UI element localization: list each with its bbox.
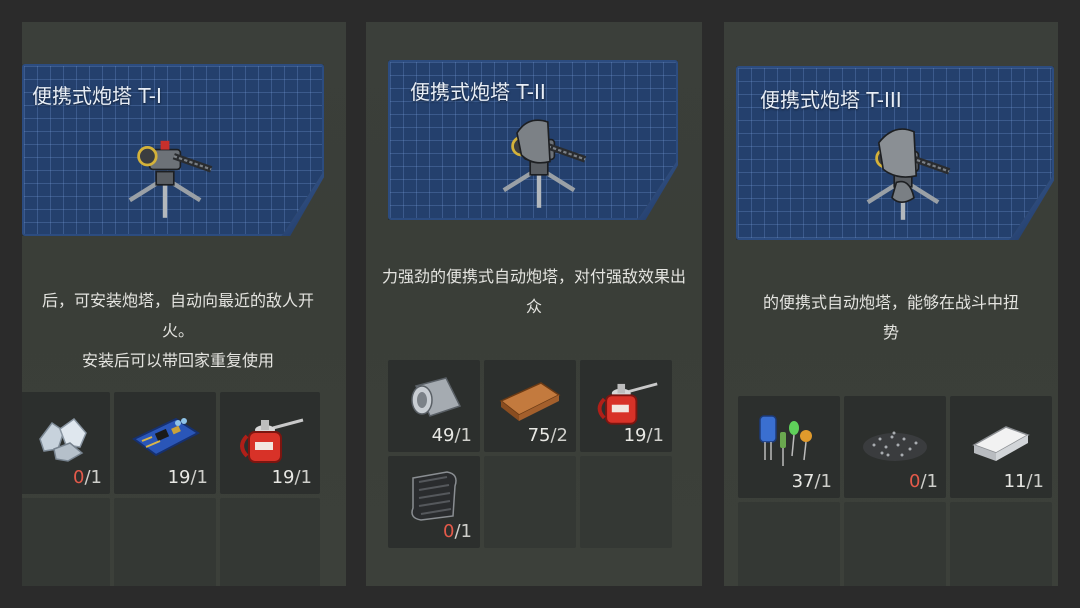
material-slot[interactable]: 75/2 [484,360,576,452]
material-need: /1 [454,425,472,446]
wood-plank-icon [499,382,561,422]
materials-grid: 37/1 0/1 11/1 [738,396,1052,586]
material-have: 0 [909,471,921,492]
material-have: 49 [431,425,455,446]
turret-recipe-card-t1[interactable]: 便携式炮塔 T-I 后，可安装炮塔，自动向最近的敌人开 火。 安装后可以带回家重… [22,22,346,586]
material-slot[interactable]: 0/1 [388,456,480,548]
blueprint-card: 便携式炮塔 T-III [736,66,1054,240]
material-have: 19 [271,467,295,488]
metal-ore-icon [39,417,87,462]
empty-slot [220,498,320,586]
recipe-title: 便携式炮塔 T-III [760,88,902,112]
material-need: /2 [550,425,568,446]
circuit-board-icon [132,417,200,457]
materials-grid: 49/1 75/2 19/1 0/1 [388,360,672,548]
material-have: 0 [73,467,85,488]
material-slot[interactable]: 37/1 [738,396,840,498]
material-need: /1 [1026,471,1044,492]
metal-sheet-roll-icon [411,377,462,418]
material-slot[interactable]: 19/1 [220,392,320,494]
material-need: /1 [814,471,832,492]
turret-t3-image [848,128,958,222]
gunpowder-icon [863,431,927,461]
empty-slot [22,498,110,586]
empty-slot [114,498,216,586]
recipe-description: 的便携式自动炮塔，能够在战斗中扭 势 [762,293,1019,342]
turret-recipe-card-t2[interactable]: 便携式炮塔 T-II 力强劲的便携式自动炮塔，对付强敌效果出 众 49/1 75… [366,22,702,586]
material-need: /1 [294,467,312,488]
empty-slot [950,502,1052,586]
empty-slot [738,502,840,586]
turret-t1-image [110,110,220,220]
material-slot[interactable]: 19/1 [114,392,216,494]
material-need: /1 [454,521,472,542]
material-slot[interactable]: 0/1 [844,396,946,498]
material-have: 19 [623,425,647,446]
material-have: 0 [443,521,455,542]
blueprint-card: 便携式炮塔 T-I [22,64,324,236]
turret-recipe-card-t3[interactable]: 便携式炮塔 T-III 的便携式自动炮塔，能够在战斗中扭 势 37/1 0/1 … [724,22,1058,586]
material-slot[interactable]: 49/1 [388,360,480,452]
material-have: 11 [1003,471,1027,492]
electronic-components-icon [759,415,812,466]
empty-slot [580,456,672,548]
silver-ingot-icon [972,426,1030,461]
material-need: /1 [190,467,208,488]
oil-can-icon [597,383,658,426]
oil-can-icon [240,418,304,463]
recipe-description: 后，可安装炮塔，自动向最近的敌人开 火。 安装后可以带回家重复使用 [41,291,314,370]
material-slot[interactable]: 19/1 [580,360,672,452]
recipe-description: 力强劲的便携式自动炮塔，对付强敌效果出 众 [381,267,686,316]
empty-slot [844,502,946,586]
blueprint-card: 便携式炮塔 T-II [388,60,678,220]
material-need: /1 [920,471,938,492]
turret-t2-image [484,119,594,210]
material-slot[interactable]: 0/1 [22,392,110,494]
materials-grid: 0/1 19/1 19/1 [22,392,320,586]
recipe-title: 便携式炮塔 T-I [32,84,162,108]
carbon-fiber-icon [411,471,457,522]
material-have: 75 [527,425,551,446]
material-slot[interactable]: 11/1 [950,396,1052,498]
material-need: /1 [84,467,102,488]
material-have: 37 [791,471,815,492]
empty-slot [484,456,576,548]
material-have: 19 [167,467,191,488]
material-need: /1 [646,425,664,446]
